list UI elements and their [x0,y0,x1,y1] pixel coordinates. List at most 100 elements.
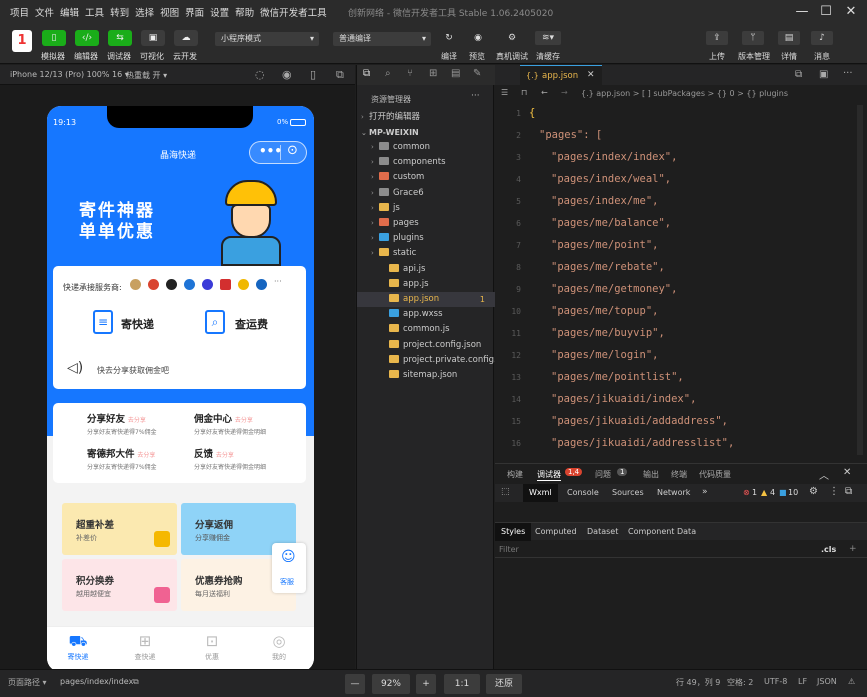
indent-setting[interactable]: 空格: 2 [727,677,753,688]
collapse-icon[interactable]: ︿ [819,467,829,482]
tab-mine[interactable]: ◎ 我的 [254,632,304,662]
tree-folder[interactable]: › js [357,201,495,216]
open-editors[interactable]: › 打开的编辑器 [357,110,495,125]
details-icon[interactable]: ▤ [778,31,800,45]
notification-icon[interactable]: ⚠ [848,677,855,686]
restore-button[interactable]: 还原 [486,674,522,694]
tree-file[interactable]: app.json 1 [357,292,495,307]
copy-icon[interactable]: ⧉ [133,677,139,687]
menu-item-settings[interactable]: 设置 [210,5,229,19]
list-icon[interactable]: ☰ [501,88,508,97]
editor-tab[interactable]: {.} app.json ✕ [520,65,602,85]
tree-file[interactable]: sitemap.json [357,368,495,383]
more-icon[interactable]: ••• [259,144,282,158]
simulator-icon[interactable]: ▯ [42,30,66,46]
split-icon[interactable]: ⧉ [795,69,802,80]
panel-tab-build[interactable]: 构建 [507,469,523,480]
rotate-icon[interactable]: ◌ [255,68,265,81]
zoom-in-button[interactable]: + [416,674,436,694]
dataset-tab[interactable]: Dataset [587,527,618,536]
feature-commission[interactable]: 佣金中心 去分享 分享好友寄快递得佣金明细 [194,411,304,441]
remote-debug-icon[interactable]: ⚙ [501,31,523,45]
record-icon[interactable]: ◉ [282,68,292,81]
tree-file[interactable]: project.private.config.js... [357,353,512,368]
service-button[interactable]: ☺ 客服 [272,543,306,593]
scrollbar[interactable] [857,105,863,455]
forward-icon[interactable]: → [561,88,568,97]
settings-gear-icon[interactable]: ⚙ [809,486,818,497]
cache-icon[interactable]: ≋▾ [535,31,561,45]
device-select[interactable]: iPhone 12/13 (Pro) 100% 16 ▾ [10,70,129,79]
debug-icon[interactable]: ⊞ [429,68,437,79]
cursor-position[interactable]: 行 49，列 9 [676,677,720,688]
menu-item-edit[interactable]: 编辑 [60,5,79,19]
check-fee-button[interactable]: ⌕ 查运费 [205,308,305,338]
extensions-icon[interactable]: ▤ [451,68,460,79]
compile-icon[interactable]: ↻ [438,31,460,45]
menu-item-interface[interactable]: 界面 [185,5,204,19]
ratio-button[interactable]: 1:1 [444,674,480,694]
close-mini-icon[interactable]: ⊙ [287,143,298,158]
tree-file[interactable]: api.js [357,262,495,277]
compile-button[interactable]: 编译 [441,51,457,62]
devtools-tab-sources[interactable]: Sources [612,488,644,497]
tree-file[interactable]: common.js [357,322,495,337]
paint-icon[interactable]: ✎ [473,68,481,79]
minimize-icon[interactable]: — [792,3,812,21]
bookmark-icon[interactable]: ⊓ [521,88,527,97]
send-express-button[interactable]: ≡ 寄快递 [93,308,183,338]
tile-overweight[interactable]: 超重补差 补差价 [62,503,177,555]
remote-debug-button[interactable]: 真机调试 [496,51,528,62]
language-mode[interactable]: JSON [817,677,837,686]
computed-tab[interactable]: Computed [535,527,577,536]
component-data-tab[interactable]: Component Data [628,527,696,536]
layout-icon[interactable]: ▣ [819,69,828,80]
visual-icon[interactable]: ▣ [141,30,165,46]
tile-points[interactable]: 积分换券 越用越便宜 [62,559,177,611]
undock-icon[interactable]: ⧉ [845,486,852,497]
explorer-more-icon[interactable]: ··· [471,91,480,101]
breadcrumb-path[interactable]: {.} app.json > [ ] subPackages > {} 0 > … [581,89,788,98]
visual-button[interactable]: 可视化 [140,51,164,62]
tree-folder[interactable]: › common [357,140,495,155]
tree-folder[interactable]: › static [357,246,495,261]
tree-folder[interactable]: › custom [357,170,495,185]
menu-item-help[interactable]: 帮助 [235,5,254,19]
styles-tab[interactable]: Styles [495,523,532,541]
phone-icon[interactable]: ▯ [310,68,316,81]
cloud-icon[interactable]: ☁ [174,30,198,46]
tree-folder[interactable]: › plugins [357,231,495,246]
menu-item-file[interactable]: 文件 [35,5,54,19]
more-actions-icon[interactable]: ··· [843,68,853,79]
editor-icon[interactable]: ‹/› [75,30,99,46]
devtools-tab-console[interactable]: Console [567,488,599,497]
bell-icon[interactable]: ♪ [811,31,833,45]
tab-track[interactable]: ⊞ 查快递 [120,632,170,662]
page-path[interactable]: pages/index/index [60,677,133,686]
tab-send[interactable]: ⛟ 寄快递 [53,632,103,662]
menu-item-project[interactable]: 项目 [10,5,29,19]
cloud-button[interactable]: 云开发 [173,51,197,62]
debugger-button[interactable]: 调试器 [107,51,131,62]
tree-folder[interactable]: › pages [357,216,495,231]
compile-select[interactable]: 普通编译 [333,32,431,46]
preview-button[interactable]: 预览 [469,51,485,62]
menu-item-devtools[interactable]: 微信开发者工具 [260,5,327,19]
devtools-tab-network[interactable]: Network [657,488,690,497]
maximize-icon[interactable]: ☐ [816,3,836,21]
version-button[interactable]: 版本管理 [738,51,770,62]
panel-tab-terminal[interactable]: 终端 [671,469,687,480]
upload-icon[interactable]: ⇪ [706,31,728,45]
panel-tab-problems[interactable]: 问题 [595,469,611,480]
feature-debang[interactable]: 寄德邦大件 去分享 分享好友寄快递得7%佣金 [87,446,187,476]
panel-tab-debugger[interactable]: 调试器 [537,469,561,481]
kebab-icon[interactable]: ⋮ [829,486,839,497]
git-icon[interactable]: ⑂ [407,68,413,79]
editor-button[interactable]: 编辑器 [74,51,98,62]
tree-file[interactable]: app.js [357,277,495,292]
simulator-button[interactable]: 模拟器 [41,51,65,62]
add-style-icon[interactable]: + [849,544,857,554]
panel-tab-quality[interactable]: 代码质量 [699,469,731,480]
menu-item-select[interactable]: 选择 [135,5,154,19]
panel-tab-output[interactable]: 输出 [643,469,659,480]
